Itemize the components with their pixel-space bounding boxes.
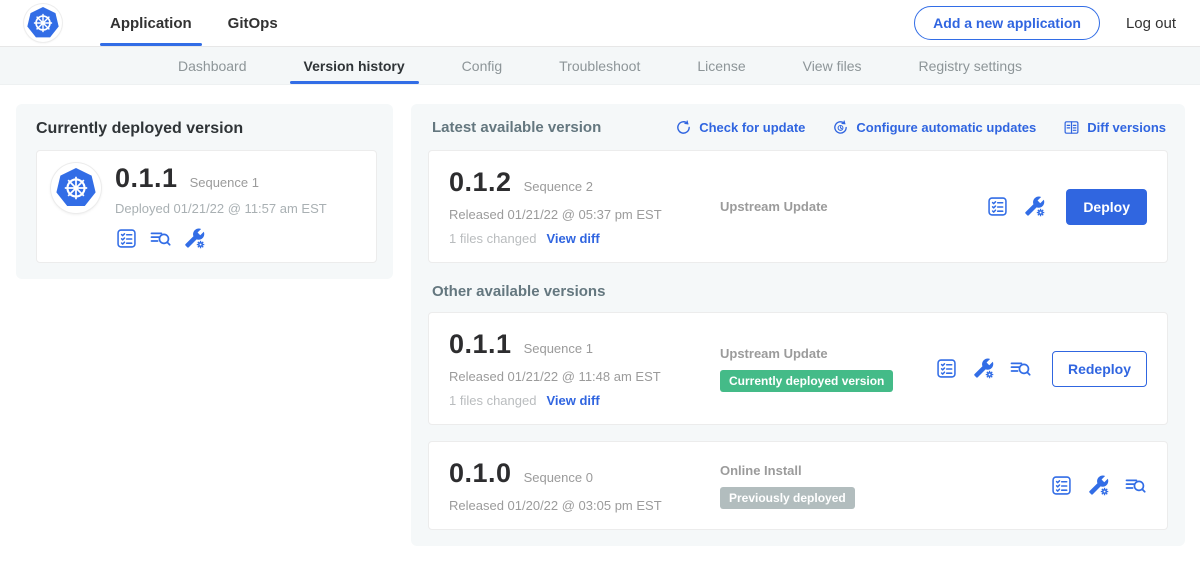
released-timestamp: Released 01/21/22 @ 05:37 pm EST — [449, 207, 704, 222]
version-number: 0.1.0 — [449, 458, 512, 489]
deployed-version-number: 0.1.1 — [115, 163, 178, 194]
released-timestamp: Released 01/20/22 @ 03:05 pm EST — [449, 498, 704, 513]
edit-config-icon[interactable] — [972, 357, 995, 380]
configure-automatic-updates-label: Configure automatic updates — [856, 120, 1036, 135]
deployed-sequence-label: Sequence 1 — [190, 175, 259, 190]
check-for-update-link[interactable]: Check for update — [675, 119, 805, 136]
version-number: 0.1.2 — [449, 167, 512, 198]
view-diff-link[interactable]: View diff — [546, 231, 599, 246]
version-source-label: Online Install — [720, 463, 1050, 478]
schedule-refresh-icon — [832, 119, 849, 136]
version-number: 0.1.1 — [449, 329, 512, 360]
kubernetes-logo-icon — [27, 7, 59, 39]
deploy-logs-icon[interactable] — [1009, 357, 1032, 380]
tab-view-files[interactable]: View files — [803, 47, 862, 84]
latest-available-title: Latest available version — [432, 119, 601, 136]
add-new-application-button[interactable]: Add a new application — [914, 6, 1100, 40]
configure-automatic-updates-link[interactable]: Configure automatic updates — [832, 119, 1036, 136]
tab-gitops[interactable]: GitOps — [210, 0, 296, 46]
currently-deployed-panel: Currently deployed version 0.1.1 Sequenc… — [16, 104, 393, 279]
diff-versions-label: Diff versions — [1087, 120, 1166, 135]
tab-troubleshoot[interactable]: Troubleshoot — [559, 47, 640, 84]
check-for-update-label: Check for update — [699, 120, 805, 135]
edit-config-icon[interactable] — [1087, 474, 1110, 497]
files-changed-label: 1 files changed — [449, 393, 536, 408]
tab-dashboard[interactable]: Dashboard — [178, 47, 247, 84]
deploy-logs-icon[interactable] — [1124, 474, 1147, 497]
app-kubernetes-icon — [56, 168, 96, 208]
app-icon-circle — [51, 163, 101, 213]
deploy-logs-icon[interactable] — [149, 227, 172, 250]
sequence-label: Sequence 1 — [524, 341, 593, 356]
app-subnav: Dashboard Version history Config Trouble… — [0, 47, 1200, 85]
deploy-button[interactable]: Deploy — [1066, 189, 1147, 225]
app-logo — [24, 0, 62, 46]
tab-version-history[interactable]: Version history — [304, 47, 405, 84]
version-row-0-1-0: 0.1.0 Sequence 0 Released 01/20/22 @ 03:… — [428, 441, 1168, 530]
version-source-label: Upstream Update — [720, 199, 986, 214]
preflight-checks-icon[interactable] — [1050, 474, 1073, 497]
tab-config[interactable]: Config — [462, 47, 502, 84]
sequence-label: Sequence 0 — [524, 470, 593, 485]
version-source-label: Upstream Update — [720, 346, 935, 361]
refresh-icon — [675, 119, 692, 136]
logout-button[interactable]: Log out — [1126, 15, 1176, 32]
preflight-checks-icon[interactable] — [115, 227, 138, 250]
diff-versions-link[interactable]: Diff versions — [1063, 119, 1166, 136]
redeploy-button[interactable]: Redeploy — [1052, 351, 1147, 387]
currently-deployed-badge: Currently deployed version — [720, 370, 893, 392]
sequence-label: Sequence 2 — [524, 179, 593, 194]
deployed-timestamp: Deployed 01/21/22 @ 11:57 am EST — [115, 201, 327, 216]
view-diff-link[interactable]: View diff — [546, 393, 599, 408]
available-versions-panel: Latest available version Check for updat… — [411, 104, 1185, 546]
kubernetes-logo-circle — [24, 4, 62, 42]
preflight-checks-icon[interactable] — [935, 357, 958, 380]
top-tabs: Application GitOps — [92, 0, 296, 46]
currently-deployed-title: Currently deployed version — [36, 120, 377, 138]
tab-registry-settings[interactable]: Registry settings — [919, 47, 1022, 84]
top-navigation-bar: Application GitOps Add a new application… — [0, 0, 1200, 47]
released-timestamp: Released 01/21/22 @ 11:48 am EST — [449, 369, 704, 384]
version-row-0-1-2: 0.1.2 Sequence 2 Released 01/21/22 @ 05:… — [428, 150, 1168, 263]
deployed-version-card: 0.1.1 Sequence 1 Deployed 01/21/22 @ 11:… — [36, 150, 377, 263]
version-row-0-1-1: 0.1.1 Sequence 1 Released 01/21/22 @ 11:… — [428, 312, 1168, 425]
tab-application[interactable]: Application — [92, 0, 210, 46]
tab-license[interactable]: License — [697, 47, 745, 84]
diff-icon — [1063, 119, 1080, 136]
edit-config-icon[interactable] — [1023, 195, 1046, 218]
preflight-checks-icon[interactable] — [986, 195, 1009, 218]
other-versions-title: Other available versions — [432, 283, 1164, 300]
files-changed-label: 1 files changed — [449, 231, 536, 246]
previously-deployed-badge: Previously deployed — [720, 487, 855, 509]
edit-config-icon[interactable] — [183, 227, 206, 250]
